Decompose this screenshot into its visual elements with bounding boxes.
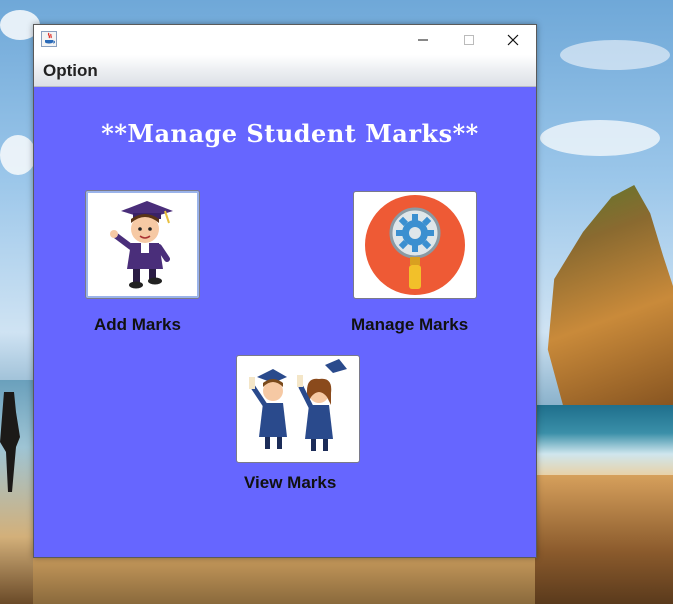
sea <box>535 405 673 475</box>
sea-rock <box>547 185 673 420</box>
app-window: Option **Manage Student Marks** Add Mark… <box>33 24 537 558</box>
menu-bar: Option <box>34 55 536 87</box>
close-icon <box>507 34 519 46</box>
manage-marks-label: Manage Marks <box>351 315 469 334</box>
cloud <box>540 120 660 156</box>
cloud <box>560 40 670 70</box>
beach <box>535 475 673 604</box>
menu-option[interactable]: Option <box>43 61 98 81</box>
minimize-icon <box>418 39 428 41</box>
graduates-celebrating-icon <box>249 359 347 451</box>
view-marks-label: View Marks <box>244 473 337 492</box>
add-marks-label: Add Marks <box>94 315 181 334</box>
minimize-button[interactable] <box>400 25 446 55</box>
view-marks-button[interactable] <box>236 355 360 463</box>
java-app-icon <box>41 31 57 47</box>
maximize-icon <box>464 35 474 45</box>
title-bar[interactable] <box>34 25 536 55</box>
graduate-student-icon <box>109 201 173 289</box>
cloud <box>0 135 36 175</box>
manage-marks-button[interactable] <box>353 191 477 299</box>
add-marks-button[interactable] <box>85 190 200 299</box>
close-button[interactable] <box>490 25 536 55</box>
gear-magnifier-icon <box>365 195 465 295</box>
page-title: **Manage Student Marks** <box>101 119 479 148</box>
maximize-button[interactable] <box>446 25 492 55</box>
